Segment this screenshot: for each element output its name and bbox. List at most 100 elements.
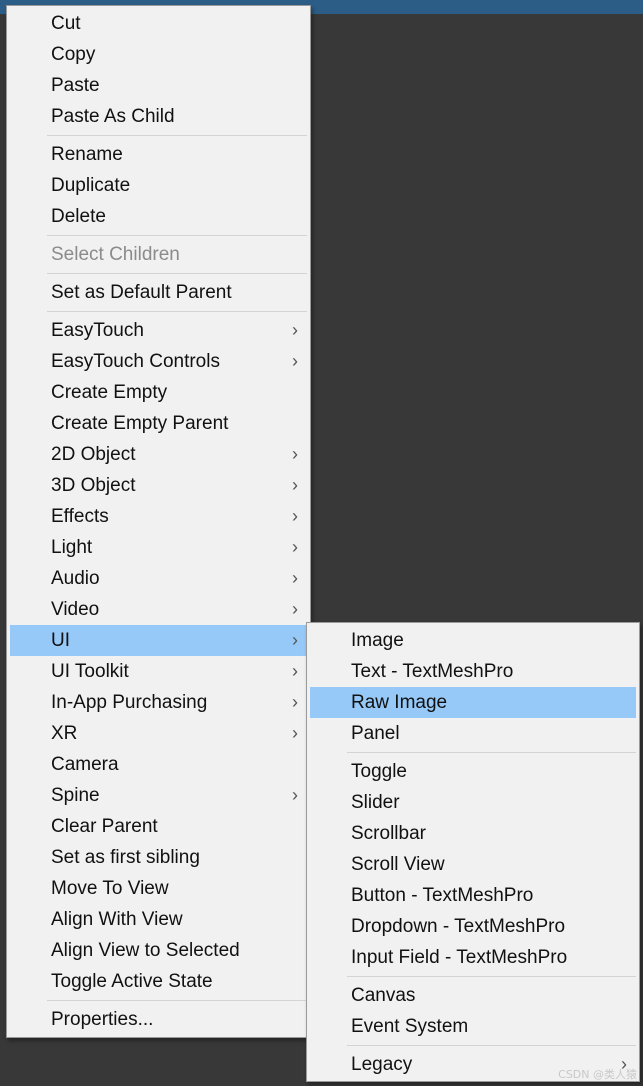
- menu-item-event-system[interactable]: Event System: [310, 1011, 636, 1042]
- menu-item-effects[interactable]: Effects ›: [10, 501, 307, 532]
- menu-item-toggle[interactable]: Toggle: [310, 756, 636, 787]
- menu-item-label: Rename: [51, 144, 123, 165]
- menu-item-input-field-textmeshpro[interactable]: Input Field - TextMeshPro: [310, 942, 636, 973]
- menu-item-video[interactable]: Video ›: [10, 594, 307, 625]
- menu-item-label: Set as first sibling: [51, 847, 200, 868]
- menu-item-text-textmeshpro[interactable]: Text - TextMeshPro: [310, 656, 636, 687]
- chevron-right-icon: ›: [292, 320, 298, 340]
- menu-item-label: Create Empty: [51, 382, 168, 403]
- menu-item-label: Effects: [51, 506, 109, 527]
- menu-item-label: Light: [51, 537, 93, 558]
- menu-item-label: Cut: [51, 13, 81, 34]
- menu-item-panel[interactable]: Panel: [310, 718, 636, 749]
- menu-item-ui-toolkit[interactable]: UI Toolkit ›: [10, 656, 307, 687]
- menu-item-create-empty[interactable]: Create Empty: [10, 377, 307, 408]
- menu-item-easytouch[interactable]: EasyTouch ›: [10, 315, 307, 346]
- watermark: CSDN @类人猿: [558, 1068, 637, 1081]
- menu-item-set-as-default-parent[interactable]: Set as Default Parent: [10, 277, 307, 308]
- menu-item-label: Paste As Child: [51, 106, 175, 127]
- menu-item-in-app-purchasing[interactable]: In-App Purchasing ›: [10, 687, 307, 718]
- chevron-right-icon: ›: [292, 444, 298, 464]
- menu-item-create-empty-parent[interactable]: Create Empty Parent: [10, 408, 307, 439]
- menu-item-set-as-first-sibling[interactable]: Set as first sibling: [10, 842, 307, 873]
- chevron-right-icon: ›: [292, 351, 298, 371]
- ui-submenu: Image Text - TextMeshPro Raw Image Panel Tog…: [306, 622, 640, 1082]
- menu-item-button-textmeshpro[interactable]: Button - TextMeshPro: [310, 880, 636, 911]
- menu-item-label: Copy: [51, 44, 96, 65]
- menu-item-3d-object[interactable]: 3D Object ›: [10, 470, 307, 501]
- menu-item-spine[interactable]: Spine ›: [10, 780, 307, 811]
- menu-item-paste[interactable]: Paste: [10, 70, 307, 101]
- menu-item-2d-object[interactable]: 2D Object ›: [10, 439, 307, 470]
- menu-item-properties[interactable]: Properties...: [10, 1004, 307, 1035]
- chevron-right-icon: ›: [292, 599, 298, 619]
- menu-separator: [47, 1000, 307, 1001]
- menu-item-label: Canvas: [351, 985, 416, 1006]
- menu-item-dropdown-textmeshpro[interactable]: Dropdown - TextMeshPro: [310, 911, 636, 942]
- menu-item-paste-as-child[interactable]: Paste As Child: [10, 101, 307, 132]
- menu-separator: [347, 1045, 636, 1046]
- menu-item-label: EasyTouch: [51, 320, 144, 341]
- menu-item-scrollbar[interactable]: Scrollbar: [310, 818, 636, 849]
- menu-item-label: Duplicate: [51, 175, 131, 196]
- menu-item-label: Slider: [351, 792, 400, 813]
- chevron-right-icon: ›: [292, 661, 298, 681]
- menu-item-select-children[interactable]: Select Children: [10, 239, 307, 270]
- menu-item-label: Select Children: [51, 244, 180, 265]
- menu-item-slider[interactable]: Slider: [310, 787, 636, 818]
- menu-item-label: Paste: [51, 75, 100, 96]
- menu-item-light[interactable]: Light ›: [10, 532, 307, 563]
- menu-item-label: Move To View: [51, 878, 169, 899]
- menu-item-rename[interactable]: Rename: [10, 139, 307, 170]
- menu-item-align-view-to-selected[interactable]: Align View to Selected: [10, 935, 307, 966]
- menu-item-label: EasyTouch Controls: [51, 351, 220, 372]
- chevron-right-icon: ›: [292, 630, 298, 650]
- menu-item-label: 3D Object: [51, 475, 136, 496]
- menu-item-label: Spine: [51, 785, 100, 806]
- chevron-right-icon: ›: [292, 692, 298, 712]
- menu-item-canvas[interactable]: Canvas: [310, 980, 636, 1011]
- menu-item-ui[interactable]: UI ›: [10, 625, 307, 656]
- menu-item-label: Text - TextMeshPro: [351, 661, 514, 682]
- menu-item-toggle-active-state[interactable]: Toggle Active State: [10, 966, 307, 997]
- menu-item-label: Create Empty Parent: [51, 413, 229, 434]
- menu-item-clear-parent[interactable]: Clear Parent: [10, 811, 307, 842]
- menu-item-move-to-view[interactable]: Move To View: [10, 873, 307, 904]
- menu-item-delete[interactable]: Delete: [10, 201, 307, 232]
- menu-item-cut[interactable]: Cut: [10, 8, 307, 39]
- menu-item-raw-image[interactable]: Raw Image: [310, 687, 636, 718]
- menu-item-camera[interactable]: Camera: [10, 749, 307, 780]
- menu-item-label: UI Toolkit: [51, 661, 129, 682]
- menu-separator: [47, 273, 307, 274]
- menu-item-label: Align With View: [51, 909, 183, 930]
- menu-item-align-with-view[interactable]: Align With View: [10, 904, 307, 935]
- menu-item-label: Legacy: [351, 1054, 413, 1075]
- menu-item-label: Event System: [351, 1016, 469, 1037]
- menu-item-label: Button - TextMeshPro: [351, 885, 534, 906]
- menu-item-label: Camera: [51, 754, 119, 775]
- menu-item-label: UI: [51, 630, 70, 651]
- menu-item-label: Toggle Active State: [51, 971, 213, 992]
- menu-item-duplicate[interactable]: Duplicate: [10, 170, 307, 201]
- menu-item-copy[interactable]: Copy: [10, 39, 307, 70]
- menu-item-label: Scroll View: [351, 854, 445, 875]
- menu-item-label: Dropdown - TextMeshPro: [351, 916, 566, 937]
- menu-separator: [47, 235, 307, 236]
- menu-item-label: Audio: [51, 568, 100, 589]
- chevron-right-icon: ›: [292, 537, 298, 557]
- menu-item-label: Raw Image: [351, 692, 448, 713]
- menu-separator: [47, 311, 307, 312]
- menu-item-audio[interactable]: Audio ›: [10, 563, 307, 594]
- menu-item-scroll-view[interactable]: Scroll View: [310, 849, 636, 880]
- menu-item-label: XR: [51, 723, 78, 744]
- menu-item-xr[interactable]: XR ›: [10, 718, 307, 749]
- menu-separator: [347, 976, 636, 977]
- chevron-right-icon: ›: [292, 723, 298, 743]
- menu-item-easytouch-controls[interactable]: EasyTouch Controls ›: [10, 346, 307, 377]
- menu-item-image[interactable]: Image: [310, 625, 636, 656]
- menu-item-label: Set as Default Parent: [51, 282, 232, 303]
- menu-item-label: 2D Object: [51, 444, 136, 465]
- chevron-right-icon: ›: [292, 568, 298, 588]
- menu-item-label: Clear Parent: [51, 816, 158, 837]
- menu-item-label: Delete: [51, 206, 106, 227]
